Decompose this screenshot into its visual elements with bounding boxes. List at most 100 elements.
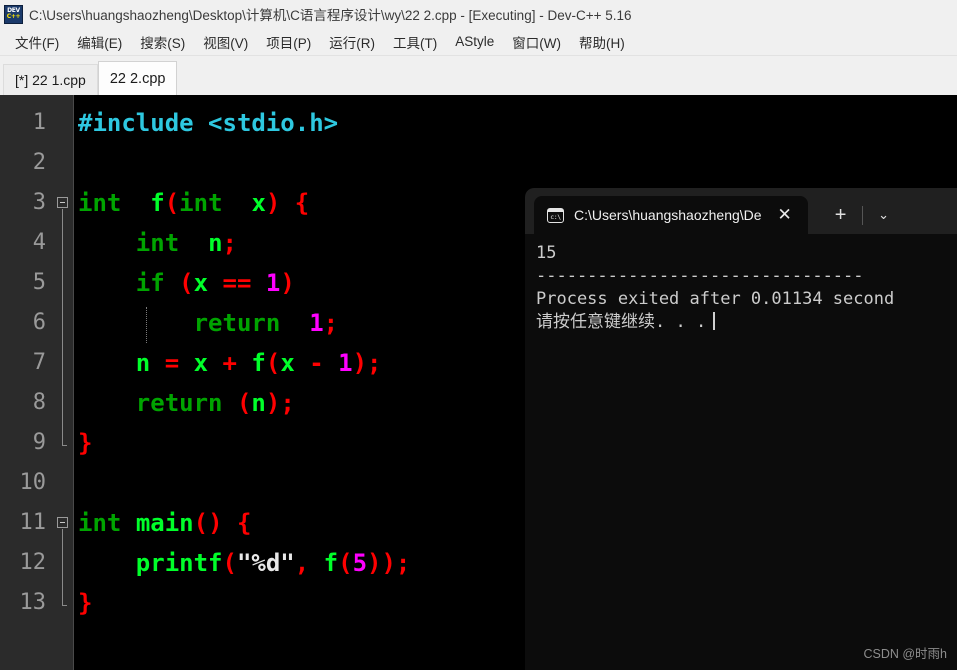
fold-foot-f — [62, 445, 67, 446]
code-token: = — [164, 349, 180, 377]
console-window[interactable]: c:\ C:\Users\huangshaozheng\De ✕ + ⌄ 15 -… — [525, 188, 957, 670]
code-token: ; — [280, 389, 295, 417]
close-icon[interactable]: ✕ — [770, 200, 800, 230]
line-number-gutter: 1 2 3 4 5 6 7 8 9 10 11 12 13 — [0, 95, 54, 670]
code-token: ; — [222, 229, 237, 257]
console-tab[interactable]: c:\ C:\Users\huangshaozheng\De ✕ — [534, 196, 808, 234]
code-token: ( — [222, 549, 237, 577]
line-number: 2 — [32, 150, 46, 175]
code-token: x — [193, 269, 209, 297]
menu-item-4[interactable]: 项目(P) — [257, 29, 320, 55]
editor-tab-0[interactable]: [*] 22 1.cpp — [3, 64, 98, 95]
menu-item-2[interactable]: 搜索(S) — [131, 29, 194, 55]
editor-tab-1[interactable]: 22 2.cpp — [97, 61, 178, 95]
app-icon-cpp-text: C++ — [6, 13, 21, 20]
watermark: CSDN @时雨h — [863, 647, 947, 661]
menu-bar: 文件(F) 编辑(E) 搜索(S) 视图(V) 项目(P) 运行(R) 工具(T) AStyl… — [0, 28, 957, 56]
code-token: n — [135, 349, 151, 377]
code-token: ) — [208, 509, 223, 537]
line-number: 9 — [32, 430, 46, 455]
code-token: f — [251, 349, 266, 377]
menu-item-1[interactable]: 编辑(E) — [68, 29, 131, 55]
code-token: ( — [164, 189, 180, 217]
line-number: 1 — [32, 110, 46, 135]
console-tab-title: C:\Users\huangshaozheng\De — [574, 207, 762, 223]
line-number: 8 — [32, 390, 46, 415]
code-token: ) — [367, 549, 382, 577]
code-token: return — [135, 389, 223, 417]
code-token: ; — [395, 549, 411, 577]
code-token: x — [251, 189, 266, 217]
text-caret — [713, 312, 716, 330]
menu-item-3[interactable]: 视图(V) — [194, 29, 257, 55]
console-output-line: Process exited after 0.01134 second — [536, 289, 895, 309]
line-number: 7 — [32, 350, 46, 375]
code-token: main — [135, 509, 194, 537]
menu-item-6[interactable]: 工具(T) — [384, 29, 446, 55]
code-token: { — [236, 509, 252, 537]
menu-item-9[interactable]: 帮助(H) — [570, 29, 634, 55]
code-token: { — [294, 189, 310, 217]
fold-line-f — [62, 209, 63, 445]
code-token: f — [323, 549, 339, 577]
console-output-line: -------------------------------- — [536, 266, 864, 286]
fold-toggle-main[interactable] — [57, 517, 68, 528]
menu-item-8[interactable]: 窗口(W) — [503, 29, 570, 55]
code-token: int — [78, 509, 122, 537]
code-token: ) — [352, 349, 368, 377]
dev-cpp-app-icon: DEV C++ — [4, 4, 23, 24]
code-token: "%d" — [236, 549, 295, 577]
dev-cpp-window: DEV C++ C:\Users\huangshaozheng\Desktop\… — [0, 0, 957, 670]
code-token: n — [208, 229, 223, 257]
code-token: - — [309, 349, 324, 377]
cmd-icon-text: c:\ — [550, 212, 561, 221]
toolbar-divider — [861, 206, 863, 225]
code-fold-column[interactable] — [54, 95, 74, 670]
new-tab-icon[interactable]: + — [824, 196, 858, 234]
line-number: 3 — [32, 190, 46, 215]
chevron-down-icon[interactable]: ⌄ — [867, 196, 901, 234]
menu-item-7[interactable]: AStyle — [446, 31, 503, 52]
console-output-line: 请按任意键继续. . . — [536, 311, 957, 334]
code-token: , — [294, 549, 310, 577]
menu-item-0[interactable]: 文件(F) — [6, 29, 68, 55]
console-output[interactable]: 15 -------------------------------- Proces… — [525, 234, 957, 670]
window-titlebar: DEV C++ C:\Users\huangshaozheng\Desktop\… — [0, 0, 957, 28]
code-token: int — [179, 189, 223, 217]
code-token: printf — [135, 549, 223, 577]
code-token: 1 — [309, 309, 324, 337]
code-token: int — [78, 189, 122, 217]
code-token: ; — [323, 309, 339, 337]
code-token: ) — [381, 549, 396, 577]
code-token: f — [150, 189, 165, 217]
code-token: == — [222, 269, 252, 297]
fold-toggle-f[interactable] — [57, 197, 68, 208]
code-token: 1 — [265, 269, 281, 297]
code-token: + — [222, 349, 237, 377]
menu-item-5[interactable]: 运行(R) — [320, 29, 384, 55]
code-token: } — [78, 589, 93, 617]
code-token: ) — [280, 269, 295, 297]
code-token: int — [135, 229, 180, 257]
